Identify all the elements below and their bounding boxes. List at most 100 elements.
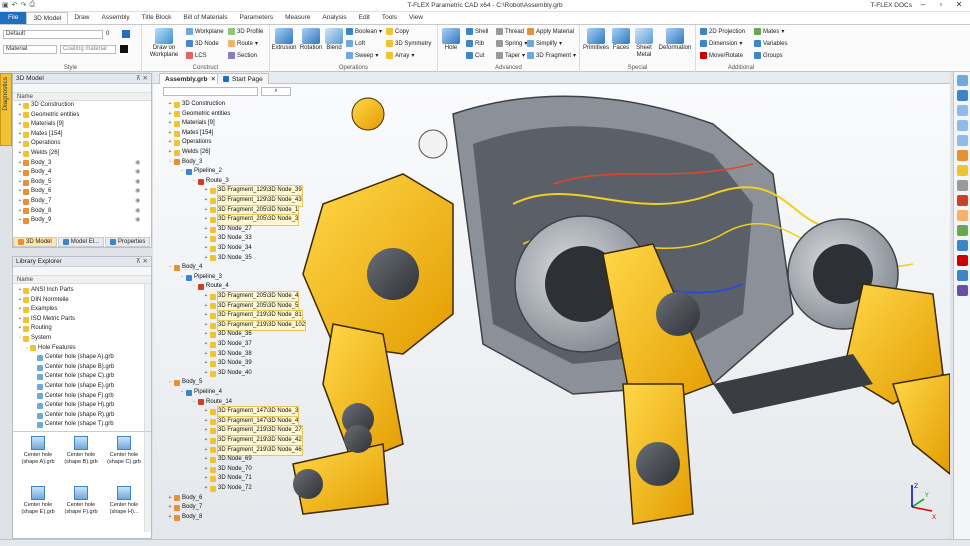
color-swatch-black[interactable] (120, 45, 128, 53)
expand-icon[interactable]: - (191, 282, 197, 292)
model-item[interactable]: + Body_3 ◉ (17, 159, 140, 169)
expand-icon[interactable]: + (203, 225, 209, 235)
tree-node[interactable]: +3D Node_35 (203, 254, 252, 264)
zoom-fit-icon[interactable] (956, 135, 968, 146)
route-button[interactable]: Route ▾ (228, 40, 258, 47)
apply-material-button[interactable]: Apply Material (527, 28, 574, 35)
expand-icon[interactable]: + (167, 129, 173, 139)
tab-assembly-doc[interactable]: Assembly.grb ✕ (159, 73, 222, 84)
tree-node[interactable]: +3D Fragment_205\3D Node_5 (203, 300, 300, 313)
diagnostics-tab[interactable]: Diagnostics (0, 73, 12, 146)
tab-file[interactable]: File (0, 12, 27, 24)
tree-node[interactable]: - Body_3 (167, 158, 202, 168)
library-item[interactable]: + Routing (17, 324, 52, 334)
expand-icon[interactable]: + (203, 407, 209, 417)
hole-button[interactable]: Hole (440, 28, 462, 52)
pan-icon[interactable] (956, 90, 968, 101)
tree-node[interactable]: +3D Node_37 (203, 340, 252, 350)
rib-button[interactable]: Rib (466, 40, 484, 47)
copy-button[interactable]: Copy (386, 28, 409, 35)
tree-node[interactable]: +3D Node_33 (203, 234, 252, 244)
shading-icon[interactable] (956, 165, 968, 176)
tab-parameters[interactable]: Parameters (234, 12, 280, 24)
tree-node[interactable]: +3D Construction (167, 100, 225, 110)
tree-node[interactable]: +3D Node_36 (203, 330, 252, 340)
model-item[interactable]: + Geometric entities (17, 111, 79, 121)
lighting-icon[interactable] (956, 210, 968, 221)
tree-node[interactable]: +3D Fragment_147\3D Node_4 (203, 415, 300, 428)
color-swatch-blue[interactable] (122, 30, 130, 38)
thread-button[interactable]: Thread (496, 28, 524, 35)
view-cube-icon[interactable] (956, 150, 968, 161)
rotation-button[interactable]: Rotation (298, 28, 324, 52)
tree-node[interactable]: +3D Node_71 (203, 474, 252, 484)
tab-measure[interactable]: Measure (279, 12, 316, 24)
close-icon[interactable]: ✕ (211, 74, 216, 85)
section-button[interactable]: Section (228, 52, 257, 59)
expand-icon[interactable]: + (203, 340, 209, 350)
tree-node[interactable]: + Welds [26] (167, 148, 210, 158)
expand-icon[interactable]: + (167, 138, 173, 148)
library-thumbnail[interactable]: Center hole (shape E).grb (17, 486, 59, 515)
tree-node[interactable]: +3D Node_72 (203, 484, 252, 494)
expand-icon[interactable]: + (167, 148, 173, 158)
tab-model-elements[interactable]: Model El... (57, 237, 105, 247)
primitives-button[interactable]: Primitives (581, 28, 611, 52)
library-item[interactable]: Center hole (shape H).grb (31, 401, 114, 411)
tree-node[interactable]: +3D Node_40 (203, 369, 252, 379)
expand-icon[interactable]: + (203, 426, 209, 436)
boolean-button[interactable]: Boolean ▾ (346, 28, 382, 35)
expand-icon[interactable]: + (203, 446, 209, 456)
tree-node[interactable]: - Route_14 (191, 398, 232, 408)
zoom-in-icon[interactable] (956, 105, 968, 116)
blend-button[interactable]: Blend (324, 28, 344, 52)
model-item[interactable]: + Body_4 ◉ (17, 168, 140, 178)
rotate-view-icon[interactable] (956, 75, 968, 86)
scrollbar[interactable] (144, 432, 151, 532)
model-item[interactable]: + Materials [9] (17, 120, 64, 130)
taper-button[interactable]: Taper ▾ (496, 52, 525, 59)
tree-node[interactable]: +3D Fragment_205\3D Node_3 (203, 214, 300, 226)
tree-node[interactable]: + Materials [9] (167, 119, 215, 129)
tree-node[interactable]: + Mates [154] (167, 129, 213, 139)
tree-node[interactable]: +3D Node_70 (203, 465, 252, 475)
expand-icon[interactable]: - (179, 388, 185, 398)
tree-node[interactable]: +3D Node_38 (203, 350, 252, 360)
shell-button[interactable]: Shell (466, 28, 488, 35)
tree-node[interactable]: - Pipeline_4 (179, 388, 222, 398)
model-item[interactable]: + Mates [154] (17, 130, 62, 140)
filter-icon[interactable] (956, 240, 968, 251)
tree-node[interactable]: +3D Fragment_205\3D Node_1 (203, 204, 300, 217)
deformation-button[interactable]: Deformation (656, 28, 694, 52)
expand-icon[interactable]: + (203, 196, 209, 206)
minimize-icon[interactable]: – (914, 0, 932, 9)
lcs-button[interactable]: LCS (186, 52, 207, 59)
3d-node-button[interactable]: 3D Node (186, 40, 219, 47)
expand-icon[interactable]: + (203, 215, 209, 225)
expand-icon[interactable]: + (203, 455, 209, 465)
3d-fragment-button[interactable]: 3D Fragment ▾ (527, 52, 576, 59)
expand-icon[interactable]: + (203, 350, 209, 360)
expand-icon[interactable]: + (167, 110, 173, 120)
material-combo[interactable]: Material (3, 45, 57, 54)
expand-icon[interactable]: - (179, 273, 185, 283)
expand-icon[interactable]: - (167, 378, 173, 388)
expand-icon[interactable]: + (167, 503, 173, 513)
tree-node[interactable]: +3D Fragment_129\3D Node_43 (203, 195, 303, 207)
expand-icon[interactable]: + (167, 119, 173, 129)
section-view-icon[interactable] (956, 195, 968, 206)
scrollbar[interactable] (144, 284, 151, 431)
3d-symmetry-button[interactable]: 3D Symmetry (386, 40, 431, 47)
groups-button[interactable]: Groups (754, 52, 783, 59)
tab-3d-model-panel[interactable]: 3D Model (13, 237, 57, 247)
library-item[interactable]: Center hole (shape F).grb (31, 392, 114, 402)
model-item[interactable]: + Welds [26] (17, 149, 59, 159)
pin-close-icon[interactable]: ⊼ ✕ (136, 257, 148, 267)
tab-view[interactable]: View (403, 12, 429, 24)
tree-node[interactable]: +3D Fragment_219\3D Node_102 (203, 319, 307, 332)
library-item[interactable]: Center hole (shape E).grb (31, 382, 114, 392)
tree-node[interactable]: +3D Node_34 (203, 244, 252, 254)
library-thumbnail[interactable]: Center hole (shape A).grb (17, 436, 59, 465)
library-item[interactable]: Center hole (shape R).grb (31, 411, 114, 421)
model-item[interactable]: + Body_5 ◉ (17, 178, 140, 188)
